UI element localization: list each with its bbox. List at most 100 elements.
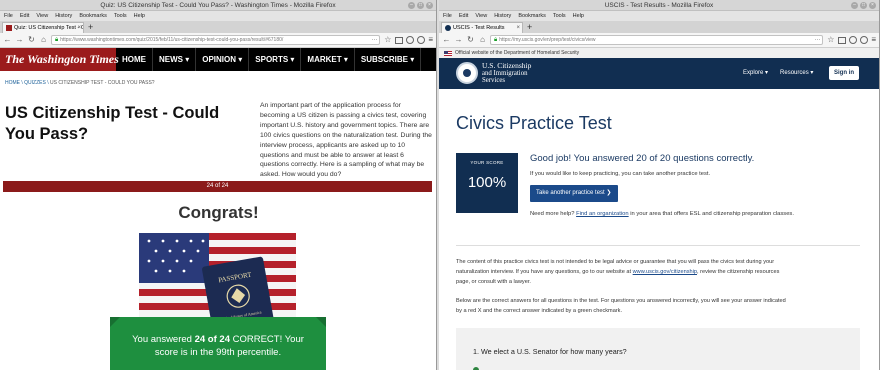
breadcrumb-quizzes[interactable]: QUIZZES	[24, 80, 46, 86]
menu-edit[interactable]: Edit	[20, 11, 29, 21]
passport-flag-illustration: PASSPORT United States of America	[139, 233, 296, 329]
left-browser-window: Quiz: US Citizenship Test - Could You Pa…	[0, 0, 437, 370]
home-icon[interactable]: ⌂	[478, 34, 487, 46]
disclaimer-text: The content of this practice civics test…	[456, 259, 780, 285]
score-box: YOUR SCORE 100%	[456, 153, 518, 213]
right-browser-window: USCIS - Test Results - Mozilla Firefox –…	[439, 0, 880, 370]
tab-quiz[interactable]: Quiz: US Citizenship Test - C ×	[2, 22, 84, 33]
library-icon[interactable]	[395, 36, 404, 44]
nav-subscribe[interactable]: SUBSCRIBE ▾	[355, 48, 422, 71]
history-icon[interactable]	[406, 36, 415, 44]
navigation-toolbar: ← → ↻ ⌂ 🔒︎ https://my.uscis.gov/en/prep/…	[439, 33, 879, 48]
nav-explore[interactable]: Explore ▾	[743, 69, 768, 76]
url-bar[interactable]: 🔒︎ https://my.uscis.gov/en/prep/test/civ…	[490, 35, 824, 45]
addon-icon[interactable]	[417, 36, 426, 44]
tab-label: Quiz: US Citizenship Test - C	[14, 25, 84, 31]
nav-opinion[interactable]: OPINION ▾	[196, 48, 250, 71]
menu-help[interactable]: Help	[573, 11, 584, 21]
take-another-test-button[interactable]: Take another practice test ❯	[530, 185, 618, 202]
breadcrumb: HOME \ QUIZZES \ US CITIZENSHIP TEST - C…	[5, 80, 155, 86]
close-icon[interactable]: ×	[869, 2, 876, 9]
forward-icon[interactable]: →	[454, 34, 463, 46]
page-actions-icon[interactable]: ···	[814, 36, 822, 44]
breadcrumb-home[interactable]: HOME	[5, 80, 20, 86]
back-icon[interactable]: ←	[442, 34, 451, 46]
bookmark-star-icon[interactable]: ☆	[826, 34, 835, 46]
tab-uscis[interactable]: USCIS - Test Results ×	[441, 22, 523, 33]
menu-file[interactable]: File	[443, 11, 452, 21]
window-titlebar: USCIS - Test Results - Mozilla Firefox –…	[439, 0, 879, 11]
result-ribbon: You answered 24 of 24 CORRECT! Your scor…	[110, 317, 326, 370]
history-icon[interactable]	[849, 36, 858, 44]
page-actions-icon[interactable]: ···	[371, 36, 379, 44]
nav-market[interactable]: MARKET ▾	[301, 48, 355, 71]
nav-resources[interactable]: Resources ▾	[780, 69, 813, 76]
question-card: 1. We elect a U.S. Senator for how many …	[456, 328, 860, 370]
tab-close-icon[interactable]: ×	[516, 23, 520, 33]
menu-file[interactable]: File	[4, 11, 13, 21]
menu-bar: File Edit View History Bookmarks Tools H…	[439, 11, 879, 21]
dhs-seal-icon[interactable]	[456, 62, 478, 84]
site-header: The Washington Times HOME NEWS ▾ OPINION…	[0, 48, 436, 71]
menu-bar: File Edit View History Bookmarks Tools H…	[0, 11, 436, 21]
answers-intro-text: Below are the correct answers for all qu…	[456, 298, 786, 314]
window-titlebar: Quiz: US Citizenship Test - Could You Pa…	[0, 0, 436, 11]
uscis-brand[interactable]: U.S. Citizenship and Immigration Service…	[482, 62, 562, 85]
forward-icon[interactable]: →	[15, 34, 24, 46]
new-tab-icon[interactable]: +	[88, 22, 93, 33]
lock-icon: 🔒︎	[494, 37, 498, 43]
menu-view[interactable]: View	[475, 11, 487, 21]
url-text: https://www.washingtontimes.com/quiz/201…	[60, 37, 284, 43]
menu-help[interactable]: Help	[134, 11, 145, 21]
url-bar[interactable]: 🔒︎ https://www.washingtontimes.com/quiz/…	[51, 35, 381, 45]
page-title: Civics Practice Test	[456, 113, 612, 133]
reload-icon[interactable]: ↻	[466, 34, 475, 46]
menu-bookmarks[interactable]: Bookmarks	[518, 11, 546, 21]
result-score: 24 of 24	[194, 334, 230, 345]
tab-label: USCIS - Test Results	[453, 25, 505, 31]
washington-times-logo[interactable]: The Washington Times	[0, 48, 119, 71]
page-title: US Citizenship Test - Could You Pass?	[5, 104, 220, 143]
maximize-icon[interactable]: □	[860, 2, 867, 9]
breadcrumb-current: US CITIZENSHIP TEST - COULD YOU PASS?	[50, 80, 155, 86]
score-label: YOUR SCORE	[470, 160, 504, 165]
home-icon[interactable]: ⌂	[39, 34, 48, 46]
sign-in-button[interactable]: Sign in	[829, 66, 859, 80]
nav-home[interactable]: HOME	[116, 48, 153, 71]
nav-sports[interactable]: SPORTS ▾	[249, 48, 302, 71]
menu-edit[interactable]: Edit	[459, 11, 468, 21]
question-text: 1. We elect a U.S. Senator for how many …	[473, 347, 627, 356]
uscis-citizenship-link[interactable]: www.uscis.gov/citizenship	[633, 269, 697, 275]
reload-icon[interactable]: ↻	[27, 34, 36, 46]
menu-bookmarks[interactable]: Bookmarks	[79, 11, 107, 21]
menu-tools[interactable]: Tools	[114, 11, 127, 21]
menu-tools[interactable]: Tools	[553, 11, 566, 21]
menu-view[interactable]: View	[36, 11, 48, 21]
find-organization-link[interactable]: Find an organization	[576, 211, 629, 217]
library-icon[interactable]	[838, 36, 847, 44]
uscis-header: U.S. Citizenship and Immigration Service…	[439, 58, 879, 89]
keep-practicing-text: If you would like to keep practicing, yo…	[530, 171, 711, 177]
bookmark-star-icon[interactable]: ☆	[383, 34, 392, 46]
hamburger-menu-icon[interactable]: ≡	[871, 36, 876, 44]
minimize-icon[interactable]: –	[851, 2, 858, 9]
back-icon[interactable]: ←	[3, 34, 12, 46]
gov-banner: Official website of the Department of Ho…	[439, 48, 879, 58]
tab-close-icon[interactable]: ×	[77, 23, 81, 33]
addon-icon[interactable]	[860, 36, 869, 44]
close-icon[interactable]: ×	[426, 2, 433, 9]
maximize-icon[interactable]: □	[417, 2, 424, 9]
congrats-heading: Congrats!	[178, 203, 259, 222]
minimize-icon[interactable]: –	[408, 2, 415, 9]
new-tab-icon[interactable]: +	[527, 22, 532, 33]
uscis-favicon-icon	[445, 25, 451, 31]
result-heading: Good job! You answered 20 of 20 question…	[530, 153, 755, 164]
menu-history[interactable]: History	[55, 11, 72, 21]
hamburger-menu-icon[interactable]: ≡	[428, 36, 433, 44]
lock-icon: 🔒︎	[55, 37, 59, 43]
us-flag-icon	[444, 51, 452, 56]
passport-flag-image: PASSPORT United States of America	[139, 233, 296, 329]
divider	[456, 245, 860, 246]
nav-news[interactable]: NEWS ▾	[153, 48, 197, 71]
menu-history[interactable]: History	[494, 11, 511, 21]
